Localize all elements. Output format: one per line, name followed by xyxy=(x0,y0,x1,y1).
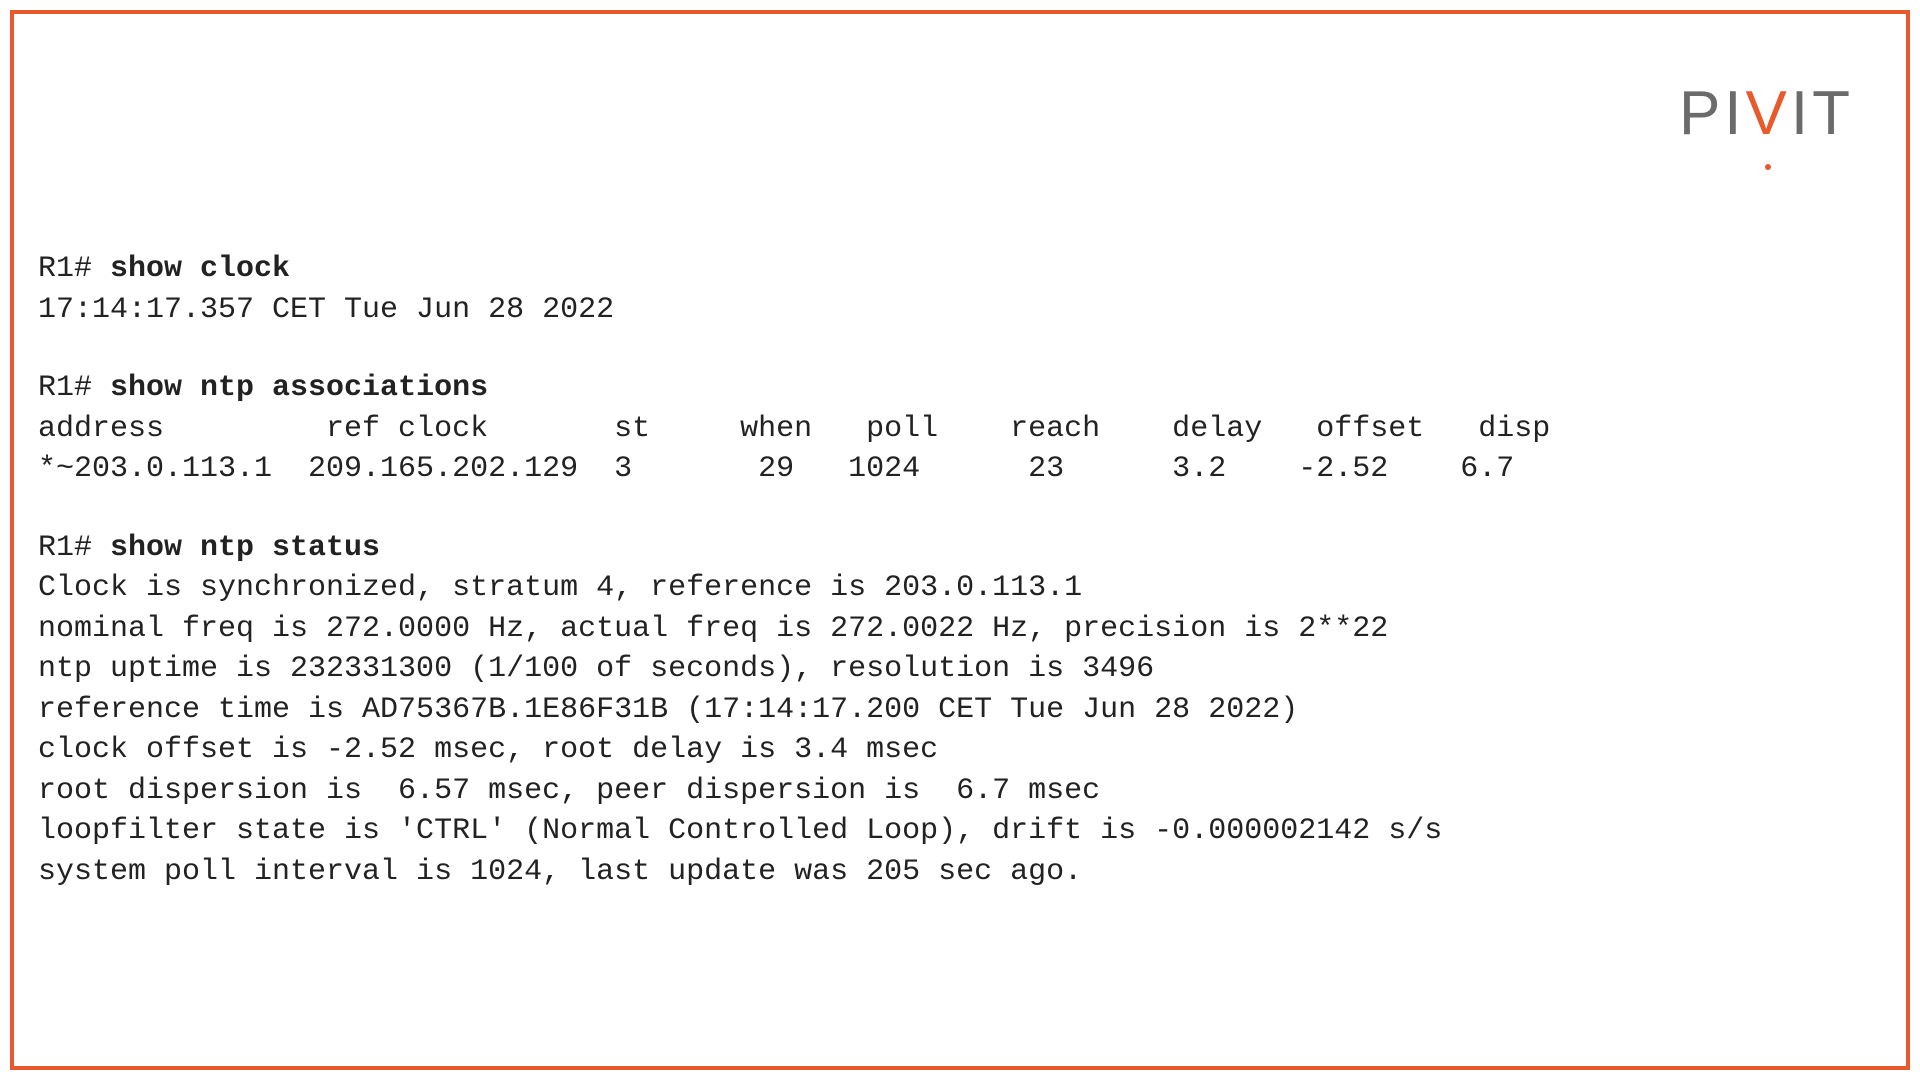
status-line-3: ntp uptime is 232331300 (1/100 of second… xyxy=(38,649,1882,690)
clock-output: 17:14:17.357 CET Tue Jun 28 2022 xyxy=(38,290,1882,331)
status-line-7: loopfilter state is 'CTRL' (Normal Contr… xyxy=(38,811,1882,852)
pivit-logo: PIVIT xyxy=(1679,72,1854,156)
status-line-1: Clock is synchronized, stratum 4, refere… xyxy=(38,568,1882,609)
assoc-data-row: *~203.0.113.1 209.165.202.129 3 29 1024 … xyxy=(38,449,1882,490)
cmd-show-ntp-status: show ntp status xyxy=(110,531,380,565)
terminal-output: R1# show clock 17:14:17.357 CET Tue Jun … xyxy=(38,249,1882,892)
status-line-5: clock offset is -2.52 msec, root delay i… xyxy=(38,730,1882,771)
prompt-show-clock: R1# show clock xyxy=(38,249,1882,290)
prompt-prefix: R1# xyxy=(38,252,110,286)
prompt-show-ntp-status: R1# show ntp status xyxy=(38,528,1882,569)
prompt-show-ntp-assoc: R1# show ntp associations xyxy=(38,368,1882,409)
status-line-2: nominal freq is 272.0000 Hz, actual freq… xyxy=(38,609,1882,650)
status-line-8: system poll interval is 1024, last updat… xyxy=(38,852,1882,893)
prompt-prefix: R1# xyxy=(38,371,110,405)
prompt-prefix: R1# xyxy=(38,531,110,565)
cmd-show-ntp-associations: show ntp associations xyxy=(110,371,488,405)
status-line-6: root dispersion is 6.57 msec, peer dispe… xyxy=(38,771,1882,812)
logo-text-it: IT xyxy=(1791,79,1854,148)
terminal-frame: PIVIT R1# show clock 17:14:17.357 CET Tu… xyxy=(10,10,1910,1070)
logo-text-v: V xyxy=(1746,72,1791,156)
logo-text-pi: PI xyxy=(1679,79,1746,148)
cmd-show-clock: show clock xyxy=(110,252,290,286)
status-line-4: reference time is AD75367B.1E86F31B (17:… xyxy=(38,690,1882,731)
assoc-header-row: address ref clock st when poll reach del… xyxy=(38,409,1882,450)
